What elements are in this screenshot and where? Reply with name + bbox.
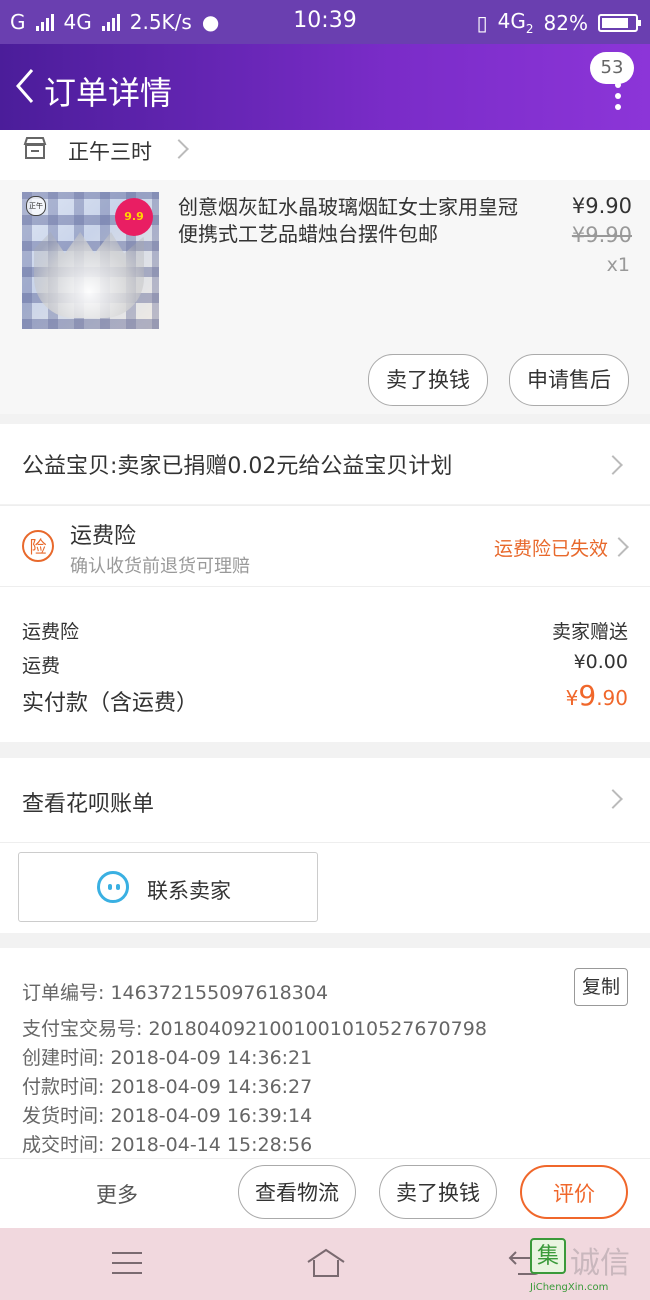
contact-seller-button[interactable]: 联系卖家 xyxy=(18,852,318,922)
chevron-right-icon xyxy=(603,789,623,809)
completed-time: 成交时间: 2018-04-14 15:28:56 xyxy=(22,1134,313,1156)
battery-icon xyxy=(598,13,641,32)
alipay-trade-number: 支付宝交易号: 2018040921001001010527670798 xyxy=(22,1018,487,1040)
watermark-text: 诚信 xyxy=(570,1246,630,1281)
product-image[interactable]: 正午 9.9 xyxy=(22,192,159,329)
order-detail-screen: G 4G 2.5K/s ● 10:39 ▯ 4G2 82% 订单详情 53 正午… xyxy=(0,0,650,1300)
copy-button[interactable]: 复制 xyxy=(574,968,628,1006)
fee-label: 运费险 xyxy=(22,621,80,643)
shipping-insurance-row[interactable]: 险 运费险 确认收货前退货可理赔 运费险已失效 xyxy=(0,505,650,586)
battery-percent: 82% xyxy=(543,10,588,35)
huabei-bill-row[interactable]: 查看花呗账单 xyxy=(0,758,650,842)
view-logistics-button[interactable]: 查看物流 xyxy=(238,1165,356,1219)
total-label: 实付款（含运费） xyxy=(22,691,199,716)
product-price: ¥9.90 xyxy=(571,194,632,218)
chat-face-icon xyxy=(97,871,129,903)
fee-value: ¥0.00 xyxy=(573,651,628,673)
price-tag-badge: 9.9 xyxy=(115,198,153,236)
shop-row[interactable]: 正午三时 xyxy=(0,130,650,180)
watermark-url: JiChengXin.com xyxy=(530,1282,609,1293)
order-info: 订单编号: 146372155097618304 复制 支付宝交易号: 2018… xyxy=(0,948,650,1158)
review-button[interactable]: 评价 xyxy=(520,1165,628,1219)
chevron-right-icon xyxy=(609,537,629,557)
system-nav-bar: 集 诚信 JiChengXin.com xyxy=(0,1228,650,1300)
shop-name: 正午三时 xyxy=(68,140,152,164)
charity-row[interactable]: 公益宝贝:卖家已捐赠0.02元给公益宝贝计划 xyxy=(0,424,650,504)
home-icon[interactable] xyxy=(306,1246,346,1280)
status-bar: G 4G 2.5K/s ● 10:39 ▯ 4G2 82% xyxy=(0,0,650,44)
more-button[interactable]: 更多 xyxy=(96,1179,138,1209)
fee-label: 运费 xyxy=(22,655,61,677)
vibrate-icon: ▯ xyxy=(476,10,488,35)
back-arrow-icon[interactable] xyxy=(12,66,38,106)
watermark-logo: 集 诚信 JiChengXin.com xyxy=(530,1238,642,1296)
chevron-right-icon xyxy=(169,139,189,159)
shipped-time: 发货时间: 2018-04-09 16:39:14 xyxy=(22,1105,313,1127)
sell-for-cash-button[interactable]: 卖了换钱 xyxy=(379,1165,497,1219)
brand-logo-icon: 正午 xyxy=(26,196,46,216)
product-title[interactable]: 创意烟灰缸水晶玻璃烟缸女士家用皇冠便携式工艺品蜡烛台摆件包邮 xyxy=(178,194,518,248)
contact-section: 联系卖家 xyxy=(0,842,650,933)
insurance-title: 运费险 xyxy=(70,524,137,549)
fee-summary: 运费险 卖家赠送 运费 ¥0.00 实付款（含运费） ¥9.90 xyxy=(0,586,650,742)
total-amount: ¥9.90 xyxy=(565,679,628,712)
network-label-2: 4G2 xyxy=(497,9,534,36)
more-menu-icon[interactable] xyxy=(614,82,622,116)
store-icon xyxy=(23,137,47,159)
product-original-price: ¥9.90 xyxy=(571,223,632,247)
created-time: 创建时间: 2018-04-09 14:36:21 xyxy=(22,1047,313,1069)
message-badge[interactable]: 53 xyxy=(590,52,634,84)
page-title: 订单详情 xyxy=(44,74,173,112)
bottom-action-bar: 更多 查看物流 卖了换钱 评价 xyxy=(0,1158,650,1229)
charity-text: 公益宝贝:卖家已捐赠0.02元给公益宝贝计划 xyxy=(22,454,453,479)
watermark-mark: 集 xyxy=(530,1238,566,1274)
fee-value: 卖家赠送 xyxy=(551,621,628,643)
sell-for-cash-button[interactable]: 卖了换钱 xyxy=(368,354,488,406)
insurance-icon: 险 xyxy=(22,530,54,562)
order-item[interactable]: 正午 9.9 创意烟灰缸水晶玻璃烟缸女士家用皇冠便携式工艺品蜡烛台摆件包邮 ¥9… xyxy=(0,180,650,414)
contact-seller-label: 联系卖家 xyxy=(147,879,231,903)
paid-time: 付款时间: 2018-04-09 14:36:27 xyxy=(22,1076,313,1098)
product-quantity: x1 xyxy=(606,254,630,276)
insurance-subtitle: 确认收货前退货可理赔 xyxy=(70,556,250,577)
order-number: 订单编号: 146372155097618304 xyxy=(22,982,329,1004)
chevron-right-icon xyxy=(603,455,623,475)
insurance-status: 运费险已失效 xyxy=(493,538,608,560)
menu-icon[interactable] xyxy=(112,1252,142,1282)
huabei-label: 查看花呗账单 xyxy=(22,792,155,817)
nav-bar: 订单详情 53 xyxy=(0,44,650,130)
apply-after-sale-button[interactable]: 申请售后 xyxy=(509,354,629,406)
